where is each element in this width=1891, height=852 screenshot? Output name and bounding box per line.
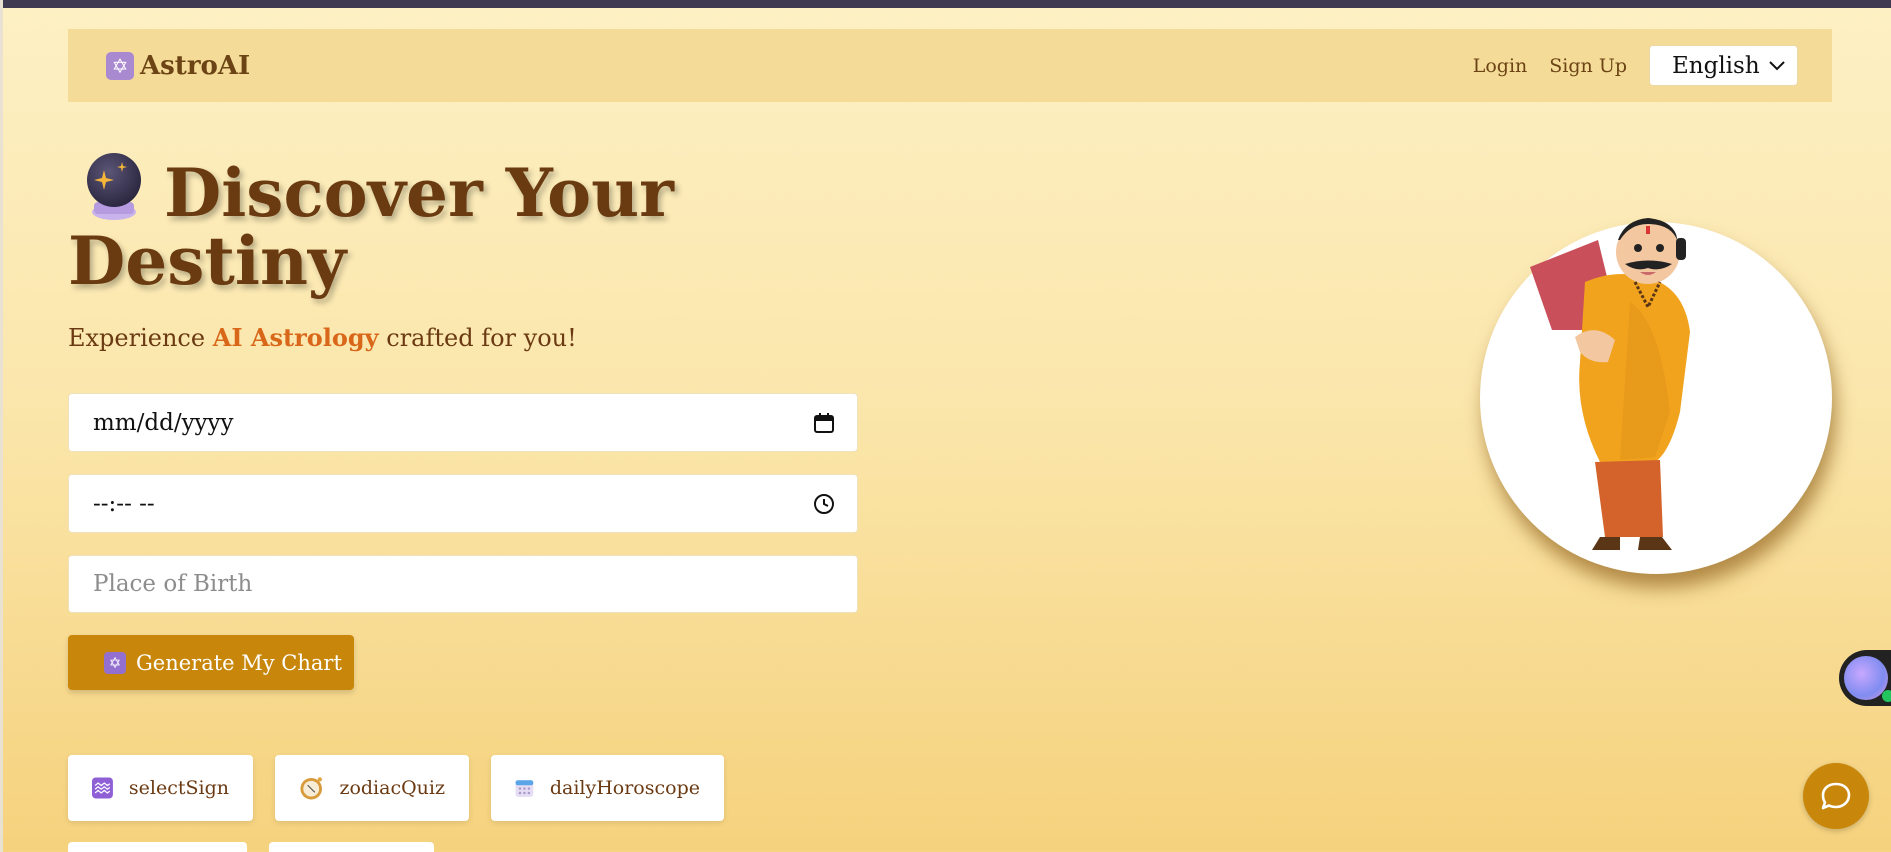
crystal-ball-icon [87, 153, 141, 220]
chip-label: zodiacQuiz [339, 777, 445, 799]
brand-name: AstroAI [140, 50, 251, 81]
chip-label: dailyHoroscope [549, 777, 700, 799]
chat-bubble-icon [1821, 782, 1851, 810]
language-select[interactable]: English [1649, 45, 1798, 86]
language-value: English [1672, 52, 1760, 79]
login-link[interactable]: Login [1473, 55, 1528, 77]
hero-title-line1: Discover Your [164, 154, 674, 232]
chip-daily-horoscope[interactable]: dailyHoroscope [491, 755, 724, 821]
subtitle-text-after: crafted for you! [378, 324, 577, 352]
hero-title: Discover Your Destiny [68, 150, 788, 295]
chip-zodiac-quiz[interactable]: zodiacQuiz [275, 755, 469, 821]
chevron-down-icon [1769, 60, 1785, 70]
chip-partial[interactable] [68, 842, 247, 852]
subtitle-text-before: Experience [68, 324, 213, 352]
generate-chart-label: Generate My Chart [136, 650, 342, 675]
aquarius-icon [92, 777, 113, 799]
star-of-david-icon: ✡ [106, 51, 134, 80]
brand[interactable]: ✡ AstroAI [106, 51, 250, 81]
chat-button[interactable] [1803, 763, 1869, 829]
place-of-birth-placeholder: Place of Birth [93, 571, 253, 597]
hero-title-line2: Destiny [68, 222, 347, 300]
birth-time-input[interactable]: --:-- -- [68, 474, 858, 533]
place-of-birth-input[interactable]: Place of Birth [68, 555, 858, 613]
subtitle-highlight: AI Astrology [212, 323, 379, 352]
calendar-icon [515, 780, 534, 797]
header-nav: Login Sign Up English [1473, 45, 1798, 86]
astrologer-illustration [1480, 218, 1832, 574]
chip-partial[interactable] [269, 842, 434, 852]
generate-chart-button[interactable]: ✡ Generate My Chart [68, 635, 354, 690]
top-border [0, 0, 1891, 8]
compass-icon [300, 777, 322, 800]
calendar-picker-icon[interactable] [813, 412, 835, 434]
hero-subtitle: Experience AI Astrology crafted for you! [68, 323, 577, 352]
birth-date-value: mm/dd/yyyy [93, 409, 234, 436]
birth-date-input[interactable]: mm/dd/yyyy [68, 393, 858, 452]
online-status-dot [1882, 690, 1891, 702]
chip-label: selectSign [128, 777, 229, 799]
signup-link[interactable]: Sign Up [1549, 55, 1627, 77]
astrologer-figure-icon [1530, 218, 1690, 550]
birth-time-value: --:-- -- [93, 490, 155, 517]
left-border [0, 0, 3, 852]
chip-select-sign[interactable]: selectSign [68, 755, 253, 821]
star-of-david-icon: ✡ [104, 651, 126, 674]
site-header: ✡ AstroAI Login Sign Up English [68, 29, 1832, 102]
clock-icon[interactable] [813, 493, 835, 515]
